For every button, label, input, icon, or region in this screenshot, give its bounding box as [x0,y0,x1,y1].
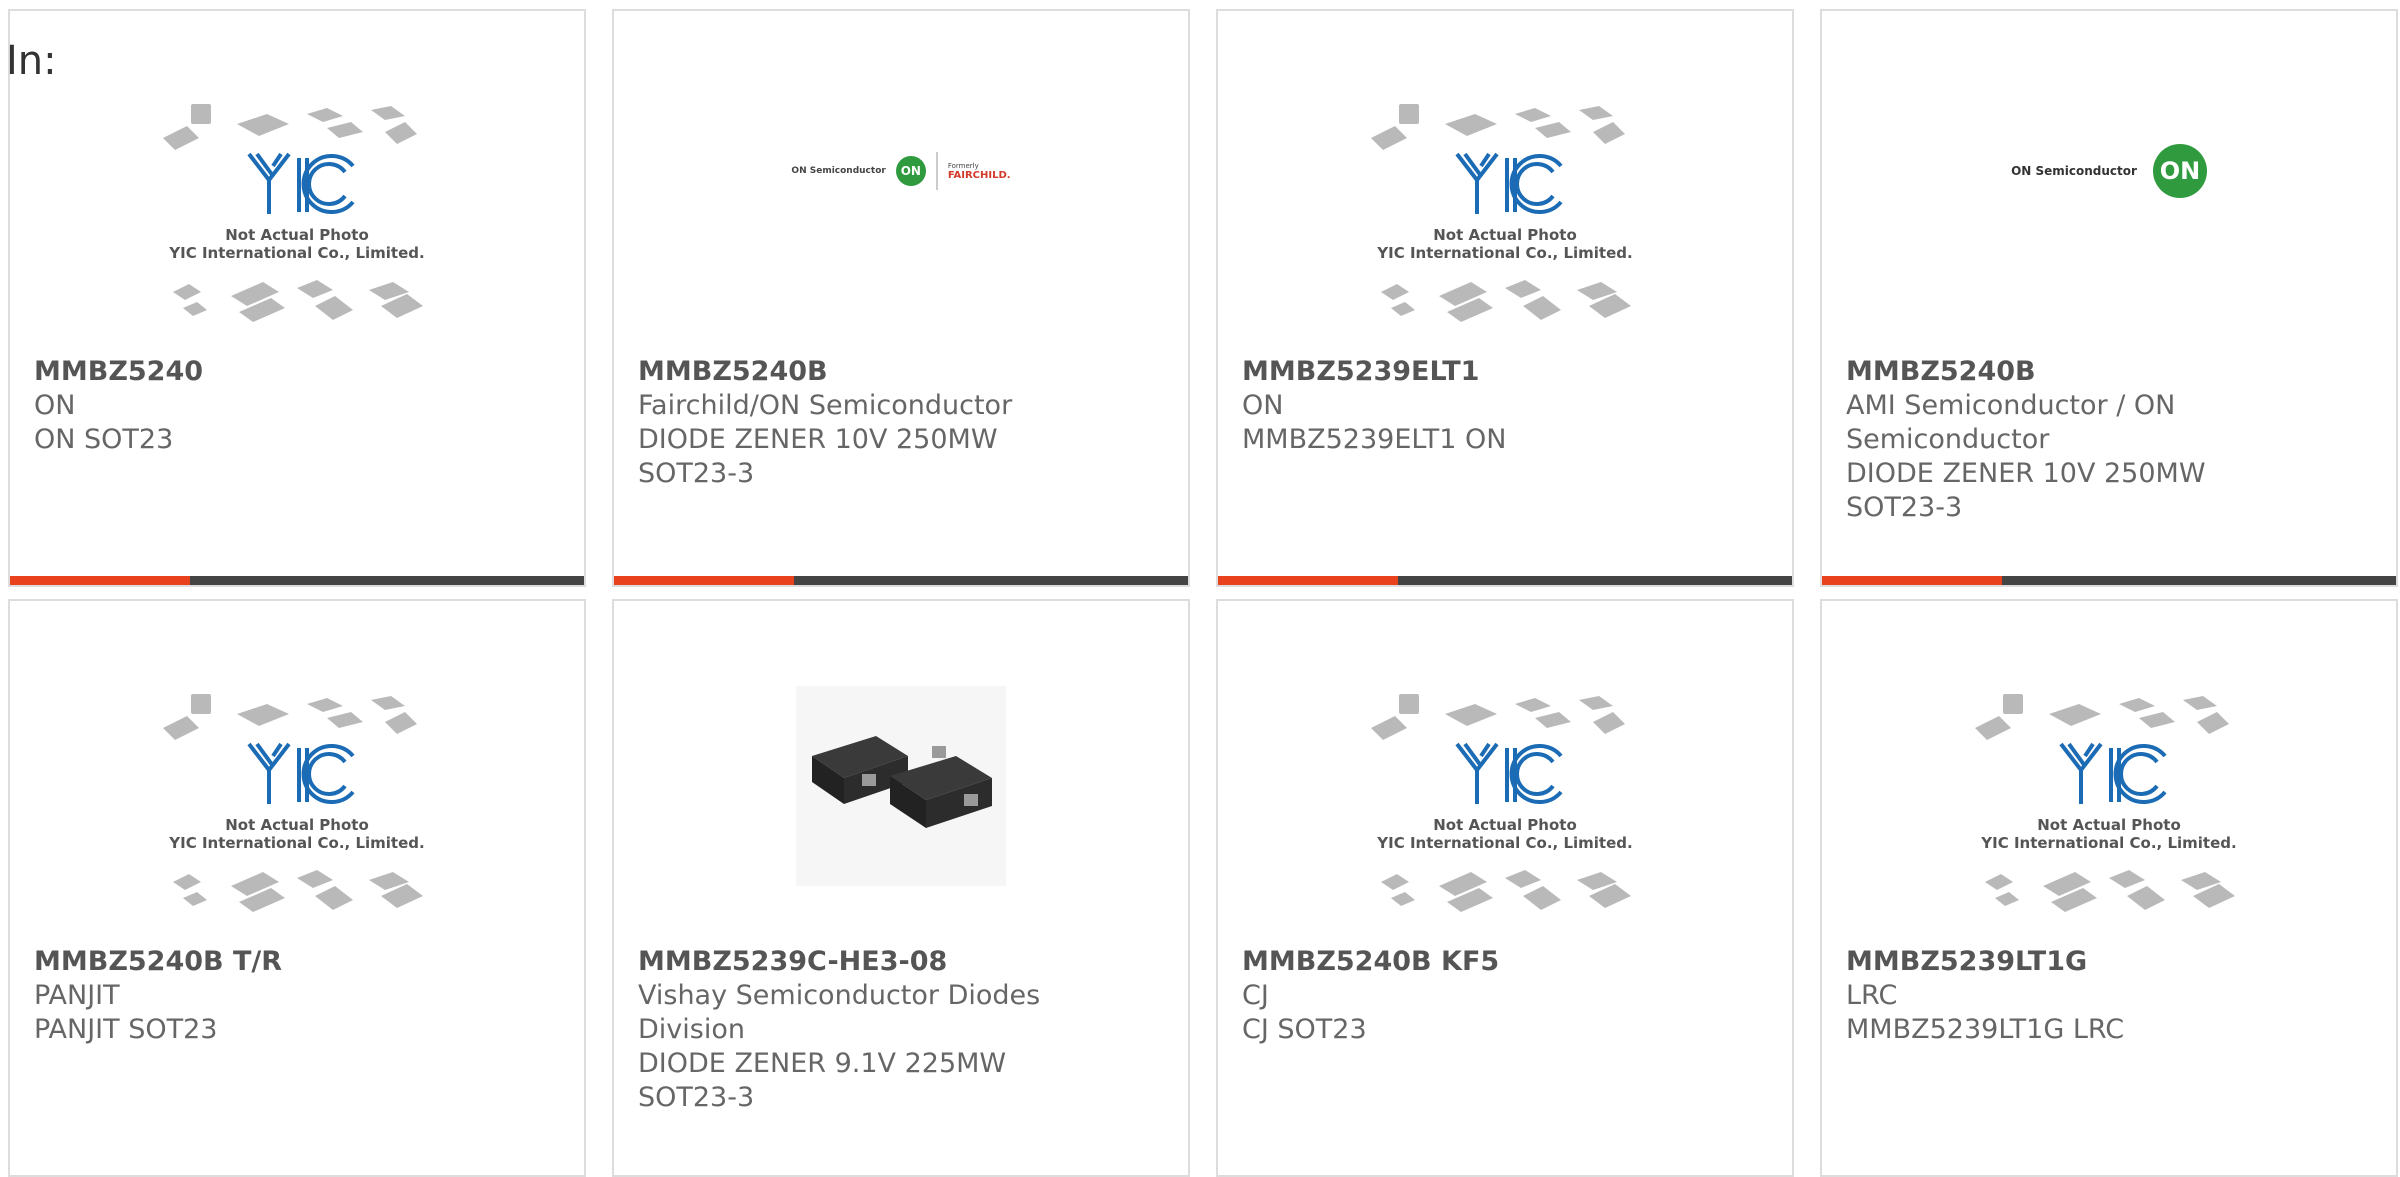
manufacturer: Fairchild/ON Semiconductor [638,390,1013,421]
card-bottom-bar [1822,576,2396,585]
card-bottom-bar [614,576,1188,585]
part-number[interactable]: MMBZ5240B KF5 [1242,945,1772,979]
manufacturer: Vishay Semiconductor Diodes [638,980,1041,1011]
part-number[interactable]: MMBZ5239LT1G [1846,945,2376,979]
description: CJ SOT23 [1242,1014,1367,1045]
product-card[interactable]: Not Actual Photo YIC International Co., … [1820,599,2398,1177]
not-actual-photo-image: Not Actual Photo YIC International Co., … [1218,81,1792,351]
placeholder-text-1: Not Actual Photo [2037,816,2181,834]
in-label: In: [6,38,57,84]
manufacturer: LRC [1846,980,1898,1011]
manufacturer-continued: Semiconductor [1846,424,2050,455]
manufacturer: CJ [1242,980,1269,1011]
product-card[interactable]: MMBZ5239C-HE3-08 Vishay Semiconductor Di… [612,599,1190,1177]
on-semiconductor-logo-text: ON Semiconductor [2011,164,2137,178]
manufacturer: AMI Semiconductor / ON [1846,390,2176,421]
not-actual-photo-image: Not Actual Photo YIC International Co., … [10,81,584,351]
manufacturer: ON [1242,390,1284,421]
on-logo-icon: ON [2152,144,2207,198]
manufacturer-logo-image: ON Semiconductor ON [1822,81,2396,351]
description: DIODE ZENER 9.1V 225MW [638,1048,1007,1079]
part-number[interactable]: MMBZ5240 [34,355,564,389]
card-bottom-bar [1218,576,1792,585]
description: PANJIT SOT23 [34,1014,218,1045]
package: SOT23-3 [1846,492,1963,523]
product-card[interactable]: Not Actual Photo YIC International Co., … [8,9,586,587]
not-actual-photo-image: Not Actual Photo YIC International Co., … [10,671,584,941]
part-number[interactable]: MMBZ5240B [638,355,1168,389]
manufacturer: PANJIT [34,980,120,1011]
placeholder-text-2: YIC International Co., Limited. [1376,834,1632,852]
product-card[interactable]: ON Semiconductor ON Formerly FAIRCHILD. … [612,9,1190,587]
placeholder-text-1: Not Actual Photo [1433,816,1577,834]
fairchild-logo-text: FAIRCHILD. [947,170,1011,181]
manufacturer-logo-image: ON Semiconductor ON Formerly FAIRCHILD. [614,81,1188,351]
description: DIODE ZENER 10V 250MW [638,424,998,455]
part-number[interactable]: MMBZ5240B [1846,355,2376,389]
placeholder-text-2: YIC International Co., Limited. [1376,244,1632,262]
part-number[interactable]: MMBZ5239ELT1 [1242,355,1772,389]
product-card[interactable]: Not Actual Photo YIC International Co., … [8,599,586,1177]
manufacturer-continued: Division [638,1014,745,1045]
card-bottom-bar [10,576,584,585]
description: ON SOT23 [34,424,174,455]
placeholder-text-1: Not Actual Photo [1433,226,1577,244]
placeholder-text-2: YIC International Co., Limited. [168,244,424,262]
product-card[interactable]: Not Actual Photo YIC International Co., … [1216,9,1794,587]
on-logo-icon: ON [895,156,926,186]
on-semiconductor-logo-text: ON Semiconductor [791,166,886,176]
package: SOT23-3 [638,1082,755,1113]
product-photo-sot23 [614,671,1188,941]
part-number[interactable]: MMBZ5240B T/R [34,945,564,979]
description: MMBZ5239LT1G LRC [1846,1014,2125,1045]
placeholder-text-1: Not Actual Photo [225,816,369,834]
part-number[interactable]: MMBZ5239C-HE3-08 [638,945,1168,979]
product-card[interactable]: ON Semiconductor ON MMBZ5240B AMI Semico… [1820,9,2398,587]
placeholder-text-1: Not Actual Photo [225,226,369,244]
manufacturer: ON [34,390,76,421]
not-actual-photo-image: Not Actual Photo YIC International Co., … [1218,671,1792,941]
package: SOT23-3 [638,458,755,489]
product-card[interactable]: Not Actual Photo YIC International Co., … [1216,599,1794,1177]
placeholder-text-2: YIC International Co., Limited. [168,834,424,852]
description: DIODE ZENER 10V 250MW [1846,458,2206,489]
not-actual-photo-image: Not Actual Photo YIC International Co., … [1822,671,2396,941]
description: MMBZ5239ELT1 ON [1242,424,1507,455]
placeholder-text-2: YIC International Co., Limited. [1980,834,2236,852]
